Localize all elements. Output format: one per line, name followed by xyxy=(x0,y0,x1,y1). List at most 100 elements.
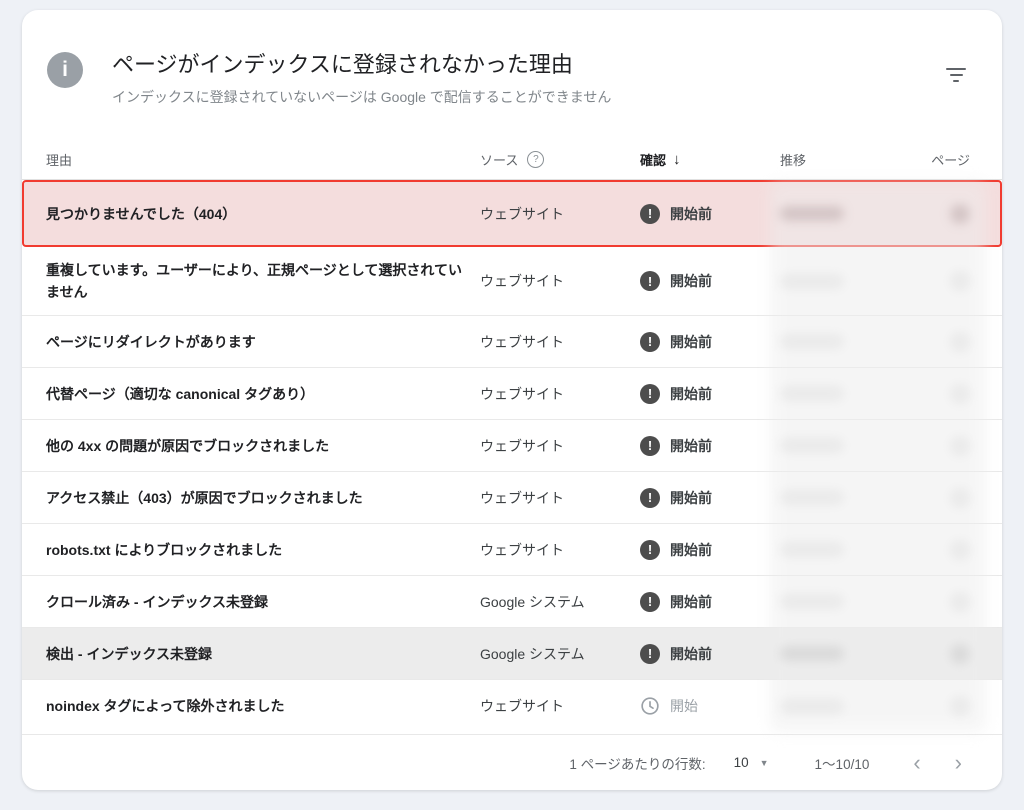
error-icon: ! xyxy=(640,204,660,224)
trend-cell xyxy=(780,628,900,679)
column-header-pages[interactable]: ページ xyxy=(900,150,970,169)
validation-cell: ! 開始 xyxy=(640,696,780,716)
table-row[interactable]: アクセス禁止（403）が原因でブロックされました ウェブサイト ! 開始前 xyxy=(22,472,1002,524)
error-icon: ! xyxy=(640,644,660,664)
pages-cell xyxy=(900,680,970,732)
source-label: ウェブサイト xyxy=(480,386,564,402)
error-icon: ! xyxy=(640,540,660,560)
reason-cell: 他の 4xx の問題が原因でブロックされました xyxy=(46,423,480,469)
validation-cell: ! 開始前 xyxy=(640,540,780,560)
source-label: Google システム xyxy=(480,646,585,662)
reason-label: クロール済み - インデックス未登録 xyxy=(46,594,268,610)
validation-label: 開始前 xyxy=(670,384,712,404)
redacted-pages-count xyxy=(950,384,970,404)
page-title: ページがインデックスに登録されなかった理由 xyxy=(112,52,611,78)
page-subtitle: インデックスに登録されていないページは Google で配信することができません xyxy=(112,87,611,107)
reason-label: ページにリダイレクトがあります xyxy=(46,334,256,350)
reason-cell: 見つかりませんでした（404） xyxy=(46,191,480,237)
reason-cell: ページにリダイレクトがあります xyxy=(46,319,480,365)
filter-list-icon[interactable] xyxy=(942,62,970,88)
redacted-pages-count xyxy=(950,540,970,560)
rows-per-page-select[interactable]: 10 ▼ xyxy=(734,755,769,770)
info-icon: i xyxy=(47,52,83,88)
table-row[interactable]: 見つかりませんでした（404） ウェブサイト ! 開始前 xyxy=(22,180,1002,247)
table-header-row: 理由 ソース ? 確認 ↓ 推移 ページ xyxy=(22,140,1002,180)
reason-label: 代替ページ（適切な canonical タグあり） xyxy=(46,386,314,402)
pages-cell xyxy=(900,576,970,627)
table-row[interactable]: ページにリダイレクトがあります ウェブサイト ! 開始前 xyxy=(22,316,1002,368)
redacted-pages-count xyxy=(950,592,970,612)
trend-cell xyxy=(780,472,900,523)
validation-label: 開始前 xyxy=(670,271,712,291)
error-icon: ! xyxy=(640,436,660,456)
table-row[interactable]: クロール済み - インデックス未登録 Google システム ! 開始前 xyxy=(22,576,1002,628)
table-row[interactable]: 代替ページ（適切な canonical タグあり） ウェブサイト ! 開始前 xyxy=(22,368,1002,420)
source-label: ウェブサイト xyxy=(480,206,564,222)
validation-cell: ! 開始前 xyxy=(640,271,780,291)
redacted-pages-count xyxy=(950,644,970,664)
trend-cell xyxy=(780,247,900,315)
source-cell: ウェブサイト xyxy=(480,204,640,224)
pages-cell xyxy=(900,628,970,679)
validation-cell: ! 開始前 xyxy=(640,592,780,612)
table-row[interactable]: 他の 4xx の問題が原因でブロックされました ウェブサイト ! 開始前 xyxy=(22,420,1002,472)
help-icon[interactable]: ? xyxy=(527,151,544,168)
trend-cell xyxy=(780,368,900,419)
validation-cell: ! 開始前 xyxy=(640,644,780,664)
redacted-pages-count xyxy=(950,204,970,224)
reason-cell: noindex タグによって除外されました xyxy=(46,683,480,729)
source-cell: ウェブサイト xyxy=(480,332,640,352)
trend-cell xyxy=(780,680,900,732)
source-cell: Google システム xyxy=(480,592,640,612)
reason-label: 重複しています。ユーザーにより、正規ページとして選択されていません xyxy=(46,262,462,300)
error-icon: ! xyxy=(640,332,660,352)
table-row[interactable]: 重複しています。ユーザーにより、正規ページとして選択されていません ウェブサイト… xyxy=(22,247,1002,316)
table-footer: 1 ページあたりの行数: 10 ▼ 1～10/10 ‹ › xyxy=(22,734,1002,790)
column-header-reason[interactable]: 理由 xyxy=(46,150,480,169)
redacted-trend xyxy=(780,594,844,609)
table-row[interactable]: noindex タグによって除外されました ウェブサイト ! 開始 xyxy=(22,680,1002,732)
pages-cell xyxy=(900,524,970,575)
dropdown-arrow-icon: ▼ xyxy=(760,758,769,768)
error-icon: ! xyxy=(640,488,660,508)
redacted-pages-count xyxy=(950,271,970,291)
reason-label: robots.txt によりブロックされました xyxy=(46,542,282,558)
table-row[interactable]: 検出 - インデックス未登録 Google システム ! 開始前 xyxy=(22,628,1002,680)
redacted-pages-count xyxy=(950,488,970,508)
error-icon: ! xyxy=(640,271,660,291)
trend-cell xyxy=(780,182,900,245)
source-label: ウェブサイト xyxy=(480,542,564,558)
validation-cell: ! 開始前 xyxy=(640,204,780,224)
pages-cell xyxy=(900,316,970,367)
rows-per-page-label: 1 ページあたりの行数: xyxy=(569,753,705,773)
column-header-trend[interactable]: 推移 xyxy=(780,150,900,169)
trend-cell xyxy=(780,420,900,471)
pages-cell xyxy=(900,247,970,315)
reason-label: noindex タグによって除外されました xyxy=(46,698,284,714)
validation-label: 開始前 xyxy=(670,592,712,612)
error-icon: ! xyxy=(640,592,660,612)
source-cell: Google システム xyxy=(480,644,640,664)
source-label: ウェブサイト xyxy=(480,334,564,350)
validation-label: 開始 xyxy=(670,696,698,716)
table-row[interactable]: robots.txt によりブロックされました ウェブサイト ! 開始前 xyxy=(22,524,1002,576)
source-cell: ウェブサイト xyxy=(480,488,640,508)
column-header-source[interactable]: ソース ? xyxy=(480,150,640,169)
panel-titles: ページがインデックスに登録されなかった理由 インデックスに登録されていないページ… xyxy=(112,52,611,107)
redacted-pages-count xyxy=(950,436,970,456)
redacted-trend xyxy=(780,646,844,661)
source-cell: ウェブサイト xyxy=(480,384,640,404)
redacted-trend xyxy=(780,490,844,505)
reason-label: アクセス禁止（403）が原因でブロックされました xyxy=(46,490,363,506)
pages-cell xyxy=(900,182,970,245)
chevron-left-icon[interactable]: ‹ xyxy=(907,750,926,776)
source-cell: ウェブサイト xyxy=(480,696,640,716)
chevron-right-icon[interactable]: › xyxy=(949,750,968,776)
redacted-trend xyxy=(780,206,844,221)
source-label: ウェブサイト xyxy=(480,273,564,289)
reason-cell: robots.txt によりブロックされました xyxy=(46,527,480,573)
sort-descending-icon: ↓ xyxy=(673,151,681,168)
reason-cell: アクセス禁止（403）が原因でブロックされました xyxy=(46,475,480,521)
trend-cell xyxy=(780,524,900,575)
column-header-validation[interactable]: 確認 ↓ xyxy=(640,150,780,169)
